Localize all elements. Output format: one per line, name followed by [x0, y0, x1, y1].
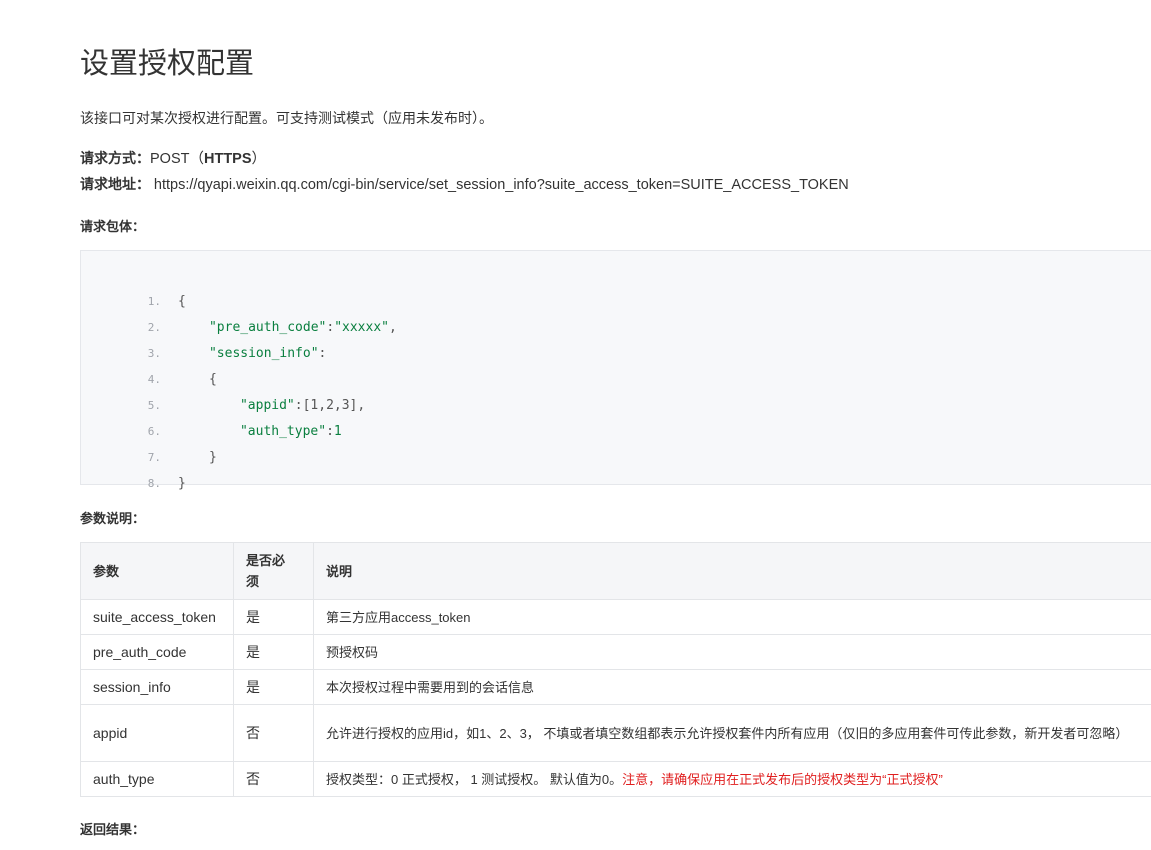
- cell-description: 授权类型：0 正式授权， 1 测试授权。 默认值为0。注意，请确保应用在正式发布…: [313, 761, 1151, 797]
- code-line-text: }: [177, 476, 186, 491]
- cell-description: 第三方应用access_token: [313, 599, 1151, 635]
- doc-page: 设置授权配置 该接口可对某次授权进行配置。可支持测试模式（应用未发布时）。 请求…: [0, 0, 1151, 850]
- cell-param: pre_auth_code: [80, 634, 234, 670]
- cell-required: 是: [233, 669, 314, 705]
- cell-description: 允许进行授权的应用id，如1、2、3， 不填或者填空数组都表示允许授权套件内所有…: [313, 704, 1151, 762]
- code-line: 5. "appid":[1,2,3],: [81, 367, 366, 413]
- request-method-value: POST（: [150, 151, 204, 167]
- params-table: 参数 是否必须 说明 suite_access_token 是 第三方应用acc…: [80, 542, 1151, 797]
- cell-description-text: 授权类型：0 正式授权， 1 测试授权。 默认值为0。: [326, 771, 623, 787]
- code-line: 3. "session_info":: [81, 315, 327, 361]
- code-line-text: }: [208, 450, 217, 465]
- table-row: auth_type 否 授权类型：0 正式授权， 1 测试授权。 默认值为0。注…: [80, 761, 1151, 797]
- header-required-line2: 须: [246, 574, 260, 589]
- header-required: 是否必须: [233, 542, 314, 600]
- code-line-number: 8.: [147, 477, 161, 490]
- code-key: "auth_type": [239, 424, 327, 439]
- request-body-label: 请求包体：: [80, 219, 146, 234]
- header-param: 参数: [80, 542, 234, 600]
- table-row: suite_access_token 是 第三方应用access_token: [80, 599, 1151, 635]
- code-value: "xxxxx": [334, 320, 389, 335]
- code-end: ,: [389, 320, 397, 335]
- params-label: 参数说明：: [80, 511, 146, 526]
- auth-type-warning: 注意，请确保应用在正式发布后的授权类型为“正式授权”: [622, 771, 943, 787]
- request-method: 请求方式：POST（HTTPS）: [80, 148, 266, 169]
- cell-required: 是: [233, 599, 314, 635]
- table-row: appid 否 允许进行授权的应用id，如1、2、3， 不填或者填空数组都表示允…: [80, 704, 1151, 762]
- page-intro: 该接口可对某次授权进行配置。可支持测试模式（应用未发布时）。: [80, 110, 493, 126]
- code-line: 1.{: [81, 263, 186, 309]
- code-line: 8.}: [81, 445, 186, 491]
- table-row: session_info 是 本次授权过程中需要用到的会话信息: [80, 669, 1151, 705]
- cell-param: session_info: [80, 669, 234, 705]
- request-url-value: https://qyapi.weixin.qq.com/cgi-bin/serv…: [153, 177, 849, 193]
- code-line: 6. "auth_type":1: [81, 393, 342, 439]
- code-line: 7.}: [81, 419, 217, 465]
- table-header-row: 参数 是否必须 说明: [80, 542, 1151, 600]
- cell-required: 否: [233, 761, 314, 797]
- code-value: 1: [333, 424, 342, 439]
- request-method-label: 请求方式：: [80, 150, 150, 166]
- cell-required: 是: [233, 634, 314, 670]
- page-title: 设置授权配置: [80, 48, 255, 80]
- request-url: 请求地址： https://qyapi.weixin.qq.com/cgi-bi…: [80, 174, 849, 195]
- cell-param: suite_access_token: [80, 599, 234, 635]
- code-line: 2. "pre_auth_code":"xxxxx",: [81, 289, 397, 335]
- code-key: "session_info": [208, 346, 319, 361]
- request-method-protocol: HTTPS: [203, 151, 252, 167]
- header-required-line1: 是否必: [246, 553, 286, 568]
- request-url-label: 请求地址：: [80, 176, 150, 192]
- cell-description: 预授权码: [313, 634, 1151, 670]
- cell-param: appid: [80, 704, 234, 762]
- code-block: 1.{ 2. "pre_auth_code":"xxxxx", 3. "sessio…: [80, 250, 1151, 491]
- table-row: pre_auth_code 是 预授权码: [80, 634, 1151, 670]
- code-line: 4.{: [81, 341, 217, 387]
- cell-description: 本次授权过程中需要用到的会话信息: [313, 669, 1151, 705]
- code-sep: :: [326, 424, 334, 439]
- cell-param: auth_type: [80, 761, 234, 797]
- code-end: ,: [357, 398, 366, 413]
- request-method-close: ）: [251, 151, 267, 167]
- return-label: 返回结果：: [80, 822, 146, 837]
- code-sep: :: [318, 346, 327, 361]
- cell-required: 否: [233, 704, 314, 762]
- header-description: 说明: [313, 542, 1151, 600]
